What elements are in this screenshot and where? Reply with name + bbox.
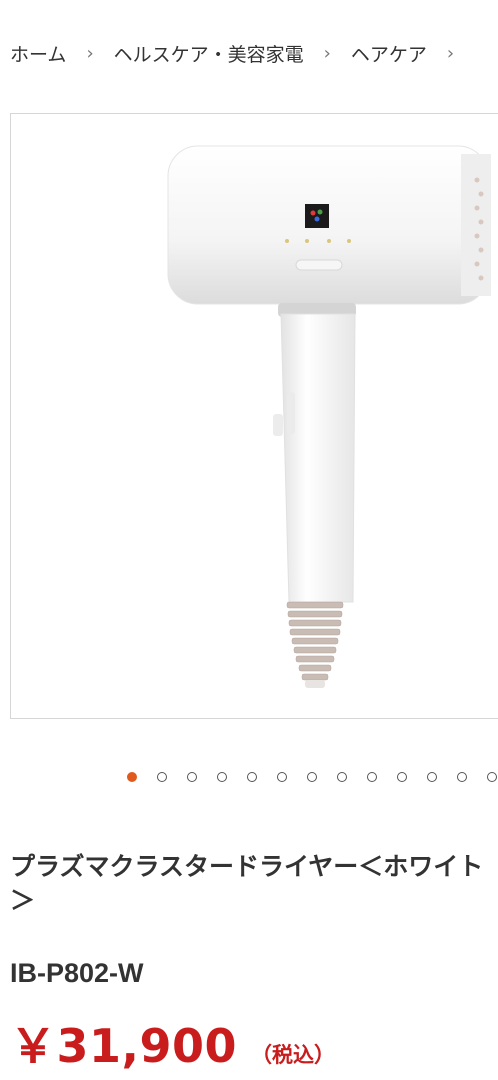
product-title-continuation: ＞	[10, 886, 36, 915]
pagination-dot[interactable]	[397, 772, 407, 782]
tax-included-label: （税込）	[251, 1043, 336, 1067]
pagination-dot[interactable]	[367, 772, 377, 782]
breadcrumb-home[interactable]: ホーム	[10, 40, 66, 67]
pagination-dot[interactable]	[217, 772, 227, 782]
pagination-dot[interactable]	[487, 772, 497, 782]
chevron-right-icon: ›	[323, 42, 331, 64]
chevron-right-icon: ›	[86, 42, 94, 64]
breadcrumb-health-beauty[interactable]: ヘルスケア・美容家電	[114, 40, 304, 67]
pagination-dot[interactable]	[247, 772, 257, 782]
product-image-gallery[interactable]	[10, 113, 498, 719]
chevron-right-icon: ›	[446, 42, 455, 64]
pagination-dot[interactable]	[187, 772, 197, 782]
pagination-dot[interactable]	[337, 772, 347, 782]
price-amount: ￥31,900	[10, 1019, 238, 1073]
hair-dryer-image	[167, 145, 491, 688]
pagination-dot[interactable]	[127, 772, 137, 782]
image-pagination	[127, 772, 498, 786]
product-title: プラズマクラスタードライヤー＜ホワイト	[10, 852, 484, 881]
pagination-dot[interactable]	[307, 772, 317, 782]
breadcrumb-haircare[interactable]: ヘアケア	[351, 40, 427, 67]
product-model-number: IB-P802-W	[10, 958, 144, 988]
pagination-dot[interactable]	[457, 772, 467, 782]
pagination-dot[interactable]	[427, 772, 437, 782]
breadcrumb: ホーム › ヘルスケア・美容家電 › ヘアケア ›	[0, 0, 498, 106]
product-price: ￥31,900 （税込）	[10, 1010, 335, 1076]
pagination-dot[interactable]	[277, 772, 287, 782]
pagination-dot[interactable]	[157, 772, 167, 782]
